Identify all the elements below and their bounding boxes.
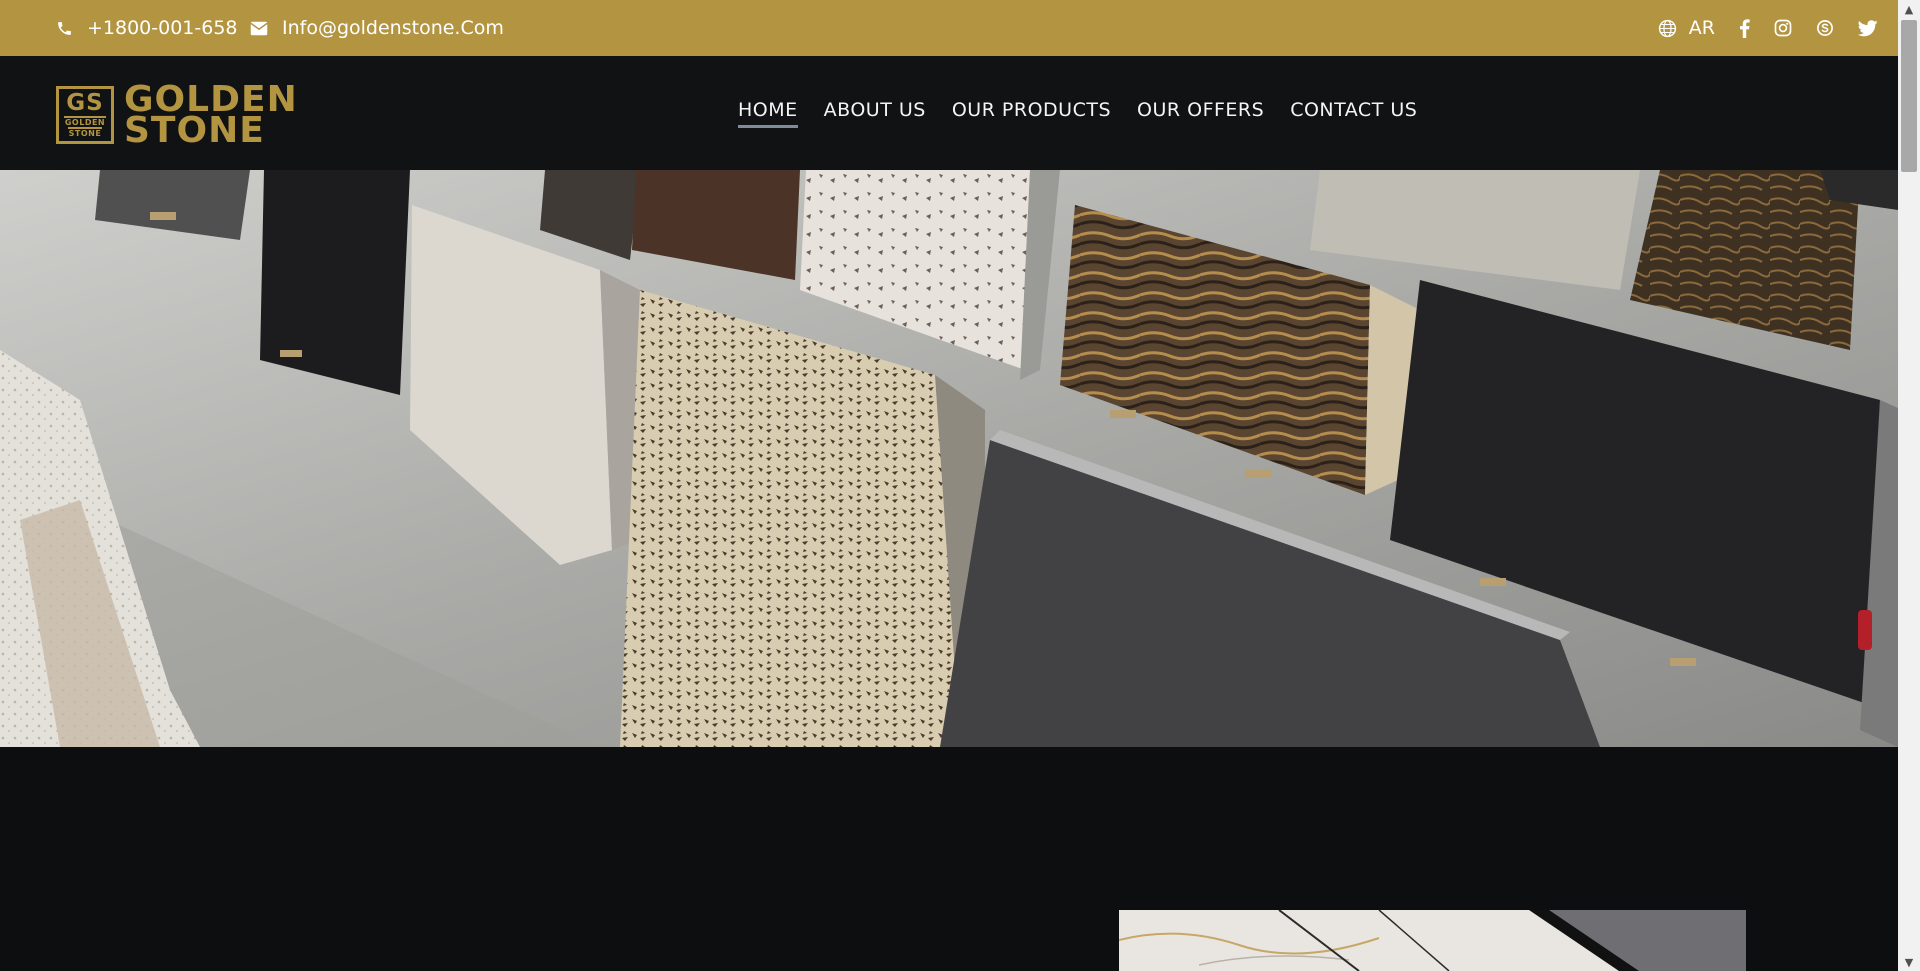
nav-contact-us[interactable]: CONTACT US: [1290, 99, 1417, 128]
scroll-up-arrow-icon[interactable]: ▲: [1898, 0, 1920, 18]
intro-section: [0, 747, 1898, 971]
globe-icon: [1658, 19, 1676, 37]
marble-interior-image: [1119, 910, 1746, 971]
twitter-link[interactable]: [1858, 19, 1878, 37]
phone-icon: [58, 21, 71, 35]
scrollbar-thumb[interactable]: [1901, 20, 1917, 172]
logo-wordmark: GOLDEN STONE: [124, 82, 298, 149]
language-label: AR: [1688, 17, 1715, 39]
nav-home[interactable]: HOME: [738, 99, 798, 128]
nav-our-offers[interactable]: OUR OFFERS: [1137, 99, 1264, 128]
skype-link[interactable]: [1816, 19, 1834, 37]
skype-icon: [1817, 20, 1833, 36]
top-contact-bar: +1800-001-658 Info@goldenstone.Com AR: [0, 0, 1898, 56]
twitter-icon: [1858, 19, 1878, 36]
nav-about-us[interactable]: ABOUT US: [824, 99, 926, 128]
nav-our-products[interactable]: OUR PRODUCTS: [952, 99, 1111, 128]
instagram-link[interactable]: [1774, 19, 1792, 37]
site-logo[interactable]: GS GOLDEN STONE GOLDEN STONE: [56, 82, 298, 149]
hero-banner: [0, 170, 1898, 747]
hero-stone-slabs-image: [0, 170, 1898, 747]
logo-monogram: GS: [66, 90, 104, 116]
facebook-link[interactable]: [1739, 18, 1750, 38]
main-header: GS GOLDEN STONE GOLDEN STONE HOME ABOUT …: [0, 56, 1898, 170]
page-scrollbar[interactable]: ▲ ▼: [1898, 0, 1920, 971]
logo-mark-small-top: GOLDEN: [63, 116, 107, 127]
instagram-icon: [1774, 19, 1792, 37]
phone-link[interactable]: +1800-001-658: [56, 0, 238, 56]
email-link[interactable]: Info@goldenstone.Com: [250, 0, 504, 56]
envelope-icon: [250, 21, 268, 35]
logo-mark-small-bottom: STONE: [67, 127, 103, 138]
scroll-down-arrow-icon[interactable]: ▼: [1898, 953, 1920, 971]
phone-number: +1800-001-658: [87, 17, 238, 39]
main-navigation: HOME ABOUT US OUR PRODUCTS OUR OFFERS CO…: [738, 56, 1417, 170]
facebook-icon: [1740, 18, 1750, 38]
email-address: Info@goldenstone.Com: [282, 17, 504, 39]
logo-mark: GS GOLDEN STONE: [56, 86, 114, 144]
language-switch[interactable]: AR: [1658, 17, 1715, 39]
topbar-right-group: AR: [1658, 0, 1878, 56]
